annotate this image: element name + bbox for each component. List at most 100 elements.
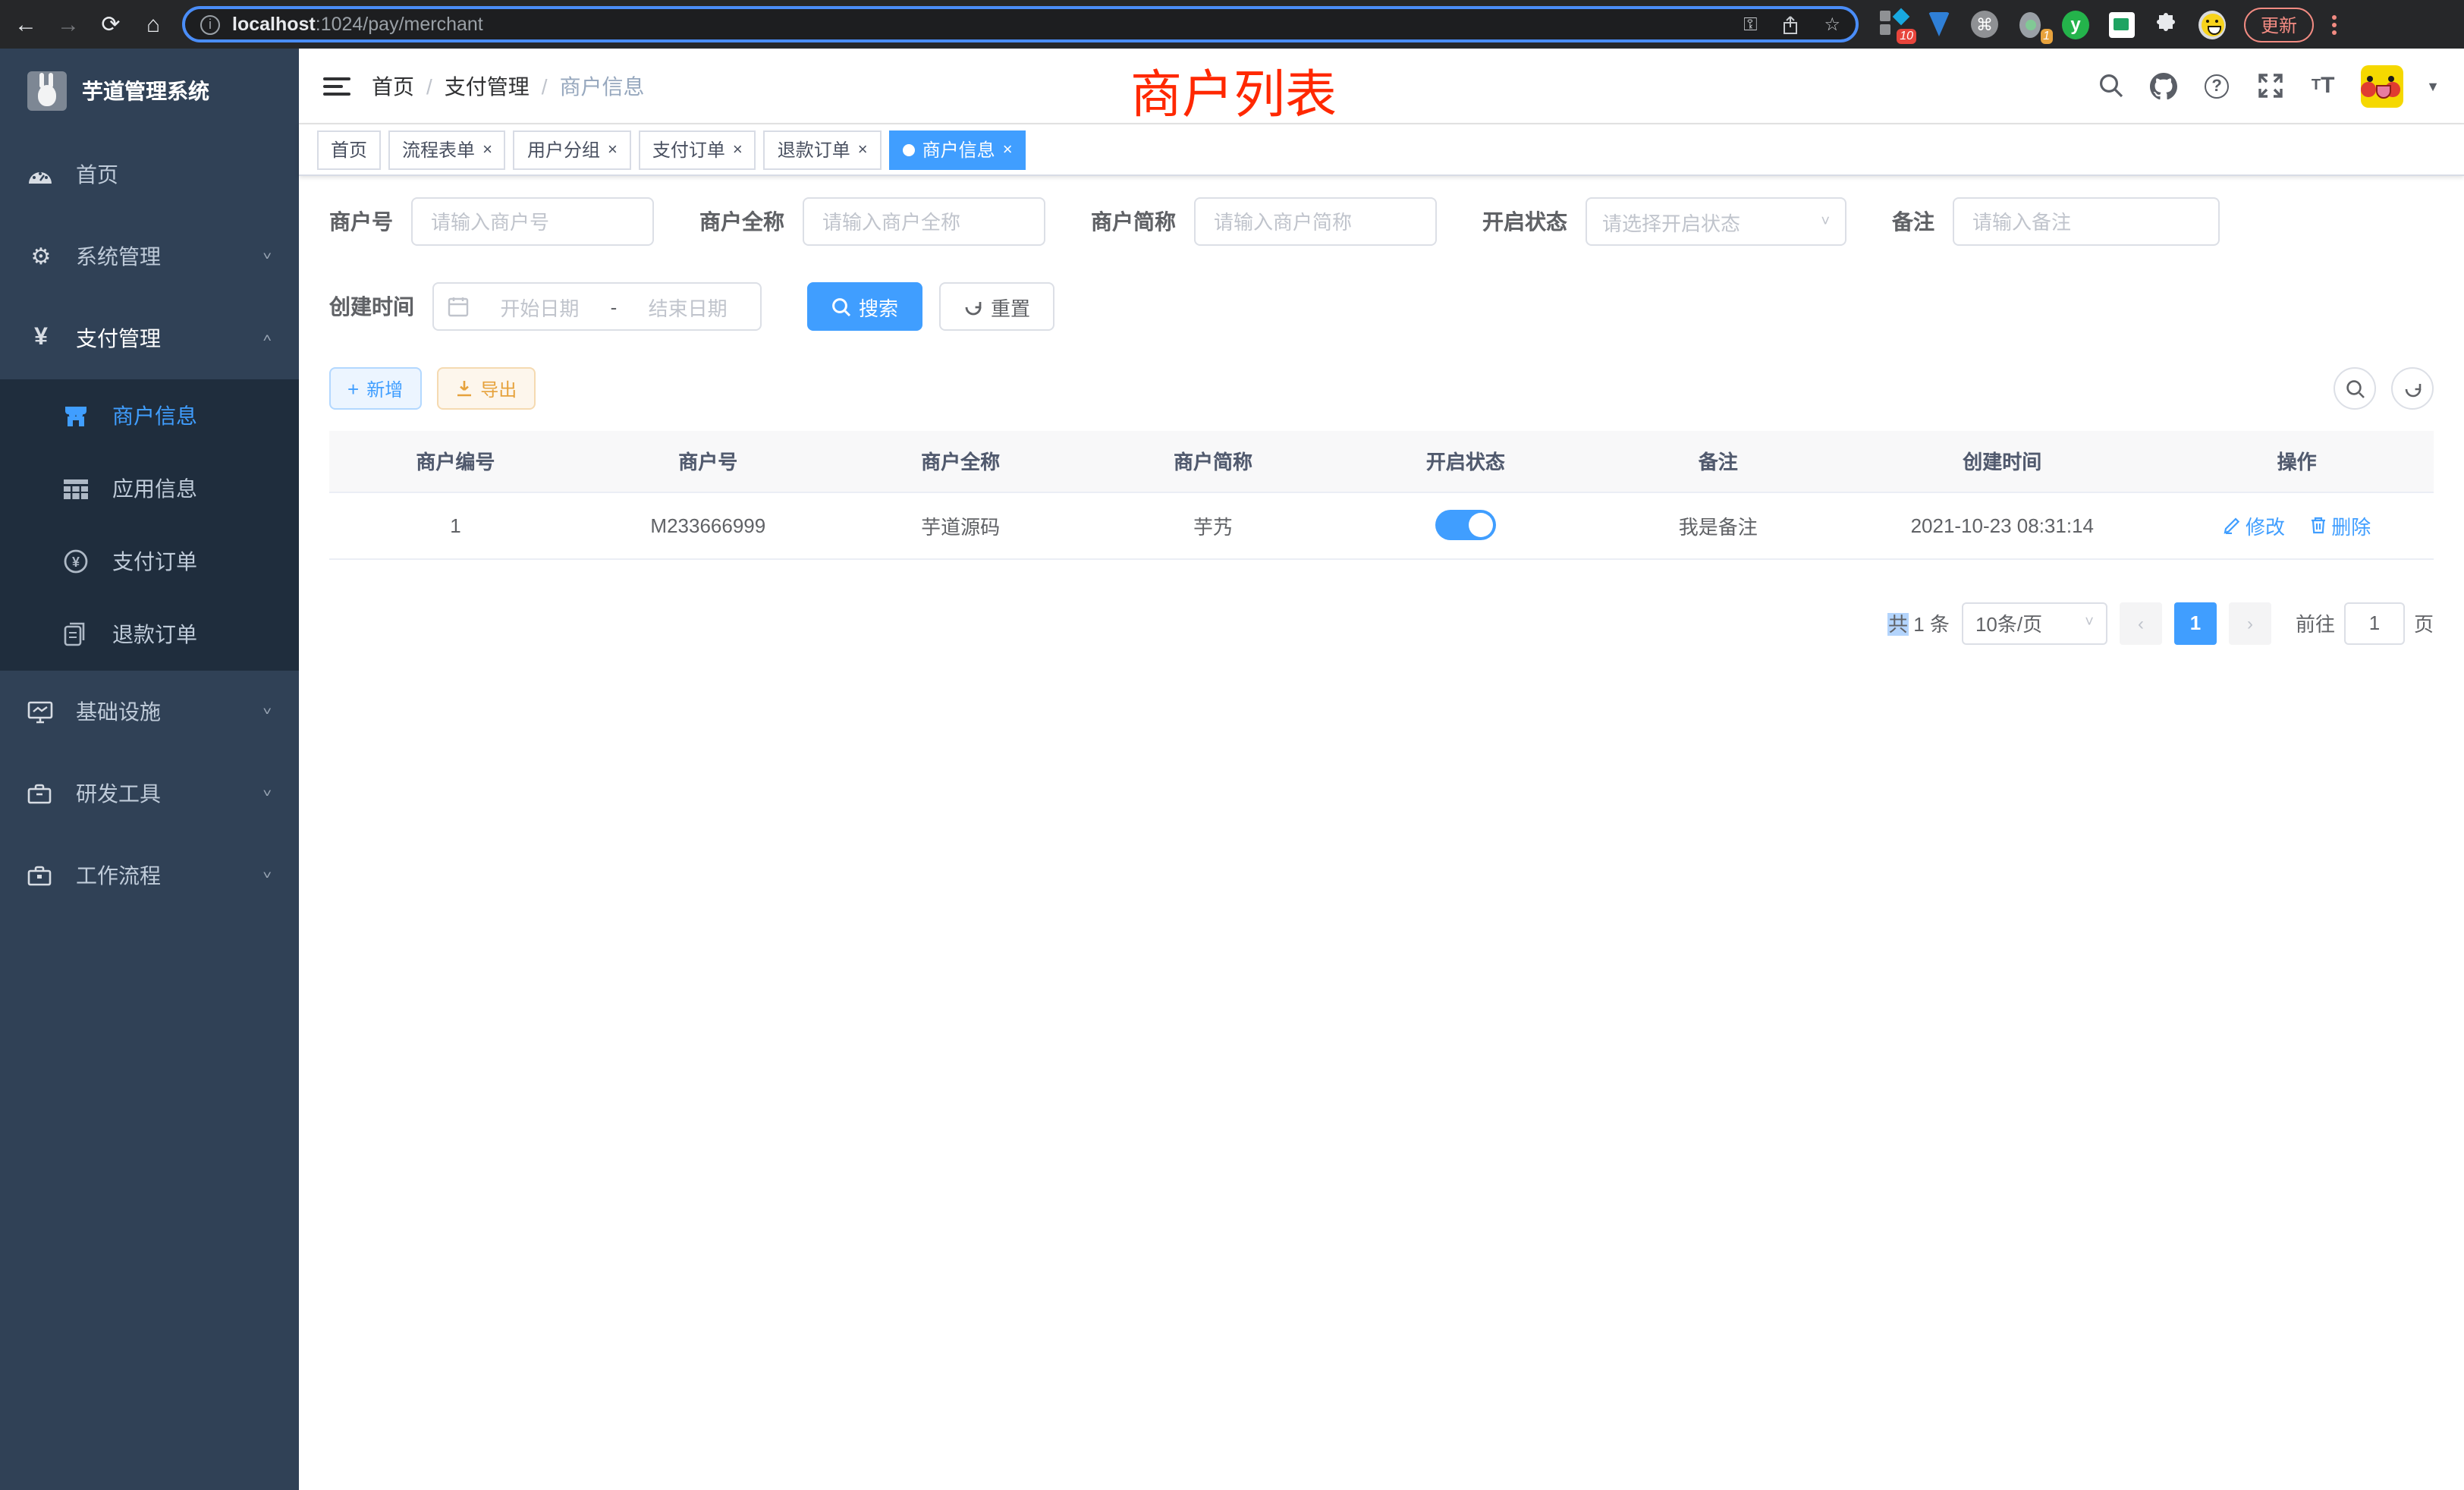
short-name-input[interactable] xyxy=(1194,197,1437,246)
add-button[interactable]: + 新增 xyxy=(329,367,421,410)
github-icon[interactable] xyxy=(2148,71,2179,101)
col-remark: 备注 xyxy=(1592,431,1844,492)
col-actions: 操作 xyxy=(2160,431,2434,492)
refresh-icon xyxy=(2403,379,2422,398)
page-size-select[interactable]: 10条/页 ˅ xyxy=(1962,602,2107,644)
remark-label: 备注 xyxy=(1892,206,1953,237)
chevron-up-icon: ˄ xyxy=(262,332,272,345)
site-info-icon[interactable]: i xyxy=(200,14,220,34)
search-icon xyxy=(2345,379,2365,398)
cell-merchant-id: 1 xyxy=(329,492,582,558)
edit-link[interactable]: 修改 xyxy=(2223,511,2285,539)
sidebar-item-merchant-info[interactable]: 商户信息 xyxy=(0,379,299,452)
export-button[interactable]: 导出 xyxy=(436,367,535,410)
browser-home-icon[interactable]: ⌂ xyxy=(140,13,167,36)
close-icon[interactable]: × xyxy=(608,140,618,159)
page-number-1[interactable]: 1 xyxy=(2174,602,2217,644)
tag-user-group[interactable]: 用户分组× xyxy=(514,130,631,169)
status-toggle[interactable] xyxy=(1435,510,1496,540)
close-icon[interactable]: × xyxy=(858,140,868,159)
trash-icon xyxy=(2308,516,2327,534)
close-icon[interactable]: × xyxy=(1003,140,1013,159)
sidebar-item-workflow[interactable]: 工作流程 ˅ xyxy=(0,835,299,916)
sidebar-item-infra[interactable]: 基础设施 ˅ xyxy=(0,671,299,753)
close-icon[interactable]: × xyxy=(482,140,492,159)
sidebar-item-payment[interactable]: ¥ 支付管理 ˄ xyxy=(0,297,299,379)
kite-extension-icon[interactable] xyxy=(1925,11,1953,38)
share-icon[interactable] xyxy=(1781,14,1799,34)
browser-profile-avatar[interactable] xyxy=(2198,11,2226,38)
breadcrumb-payment[interactable]: 支付管理 xyxy=(445,71,530,101)
extensions-puzzle-icon[interactable] xyxy=(2153,11,2180,38)
create-time-label: 创建时间 xyxy=(329,291,432,322)
top-navbar: 首页 / 支付管理 / 商户信息 ? xyxy=(299,49,2464,124)
sidebar-item-system[interactable]: ⚙ 系统管理 ˅ xyxy=(0,215,299,297)
browser-reload-icon[interactable]: ⟳ xyxy=(97,13,124,36)
chat-extension-icon[interactable] xyxy=(2107,11,2135,38)
help-icon[interactable]: ? xyxy=(2202,71,2232,101)
merchant-no-input[interactable] xyxy=(411,197,654,246)
end-date-placeholder[interactable]: 结束日期 xyxy=(629,292,746,321)
status-select[interactable]: 请选择开启状态 ˅ xyxy=(1586,197,1846,246)
breadcrumb-current: 商户信息 xyxy=(560,71,645,101)
close-icon[interactable]: × xyxy=(733,140,743,159)
remark-input[interactable] xyxy=(1953,197,2220,246)
tag-home[interactable]: 首页 xyxy=(317,130,381,169)
date-range-picker[interactable]: 开始日期 - 结束日期 xyxy=(432,282,762,331)
cell-full-name: 芋道源码 xyxy=(834,492,1087,558)
breadcrumb-home[interactable]: 首页 xyxy=(372,71,414,101)
search-button[interactable]: 搜索 xyxy=(807,282,922,331)
goto-page-input[interactable] xyxy=(2344,602,2405,644)
user-avatar[interactable] xyxy=(2361,64,2403,107)
y-extension-icon[interactable]: y xyxy=(2062,11,2089,38)
full-name-input[interactable] xyxy=(803,197,1045,246)
sidebar-item-pay-order[interactable]: ¥ 支付订单 xyxy=(0,525,299,598)
toolbox-icon xyxy=(27,783,55,804)
chevron-down-icon: ˅ xyxy=(262,250,272,263)
tag-pay-order[interactable]: 支付订单× xyxy=(639,130,756,169)
col-create-time: 创建时间 xyxy=(1844,431,2160,492)
browser-back-icon[interactable]: ← xyxy=(12,13,39,36)
svg-text:¥: ¥ xyxy=(72,555,80,570)
sidebar: 芋道管理系统 首页 ⚙ 系统管理 ˅ ¥ 支付管理 ˄ xyxy=(0,49,299,1490)
payment-submenu: 商户信息 应用信息 ¥ 支付订单 xyxy=(0,379,299,671)
tag-flow-form[interactable]: 流程表单× xyxy=(388,130,506,169)
header-search-icon[interactable] xyxy=(2095,71,2126,101)
command-extension-icon[interactable]: ⌘ xyxy=(1971,11,1998,38)
url-path: :1024/pay/merchant xyxy=(316,14,483,35)
adblock-extension-icon[interactable]: 10 xyxy=(1880,11,1907,38)
start-date-placeholder[interactable]: 开始日期 xyxy=(481,292,599,321)
session-extension-icon[interactable]: 1 xyxy=(2016,11,2044,38)
total-count: 共 1 条 xyxy=(1888,608,1950,637)
collapse-sidebar-icon[interactable] xyxy=(323,77,350,95)
plus-icon: + xyxy=(347,377,359,400)
bookmark-star-icon[interactable]: ☆ xyxy=(1824,14,1840,35)
font-size-icon[interactable]: TT xyxy=(2308,71,2338,101)
cell-create-time: 2021-10-23 08:31:14 xyxy=(1844,492,2160,558)
browser-forward-icon[interactable]: → xyxy=(55,13,82,36)
gear-icon: ⚙ xyxy=(27,243,55,270)
merchant-table: 商户编号 商户号 商户全称 商户简称 开启状态 备注 创建时间 操作 1 xyxy=(329,431,2434,559)
reset-button[interactable]: 重置 xyxy=(939,282,1054,331)
delete-link[interactable]: 删除 xyxy=(2308,511,2371,539)
password-key-icon[interactable]: ⚿ xyxy=(1743,13,1757,36)
chrome-update-button[interactable]: 更新 xyxy=(2244,7,2314,42)
app-logo[interactable]: 芋道管理系统 xyxy=(0,49,299,134)
tag-refund-order[interactable]: 退款订单× xyxy=(764,130,882,169)
refresh-icon xyxy=(963,297,983,316)
table-row: 1 M233666999 芋道源码 芋艿 我是备注 2021-10-23 08:… xyxy=(329,492,2434,558)
prev-page-button[interactable]: ‹ xyxy=(2120,602,2162,644)
sidebar-item-home[interactable]: 首页 xyxy=(0,134,299,215)
adblock-badge: 10 xyxy=(1897,29,1916,44)
avatar-caret-icon[interactable]: ▼ xyxy=(2426,78,2440,93)
next-page-button[interactable]: › xyxy=(2229,602,2271,644)
address-bar[interactable]: i localhost:1024/pay/merchant ⚿ ☆ xyxy=(182,6,1859,42)
sidebar-item-refund-order[interactable]: 退款订单 xyxy=(0,598,299,671)
toggle-search-button[interactable] xyxy=(2334,367,2376,410)
sidebar-item-dev-tools[interactable]: 研发工具 ˅ xyxy=(0,753,299,835)
browser-menu-icon[interactable] xyxy=(2332,14,2337,34)
sidebar-item-app-info[interactable]: 应用信息 xyxy=(0,452,299,525)
fullscreen-icon[interactable] xyxy=(2255,71,2285,101)
refresh-table-button[interactable] xyxy=(2391,367,2434,410)
tag-merchant-info[interactable]: 商户信息× xyxy=(889,130,1026,169)
